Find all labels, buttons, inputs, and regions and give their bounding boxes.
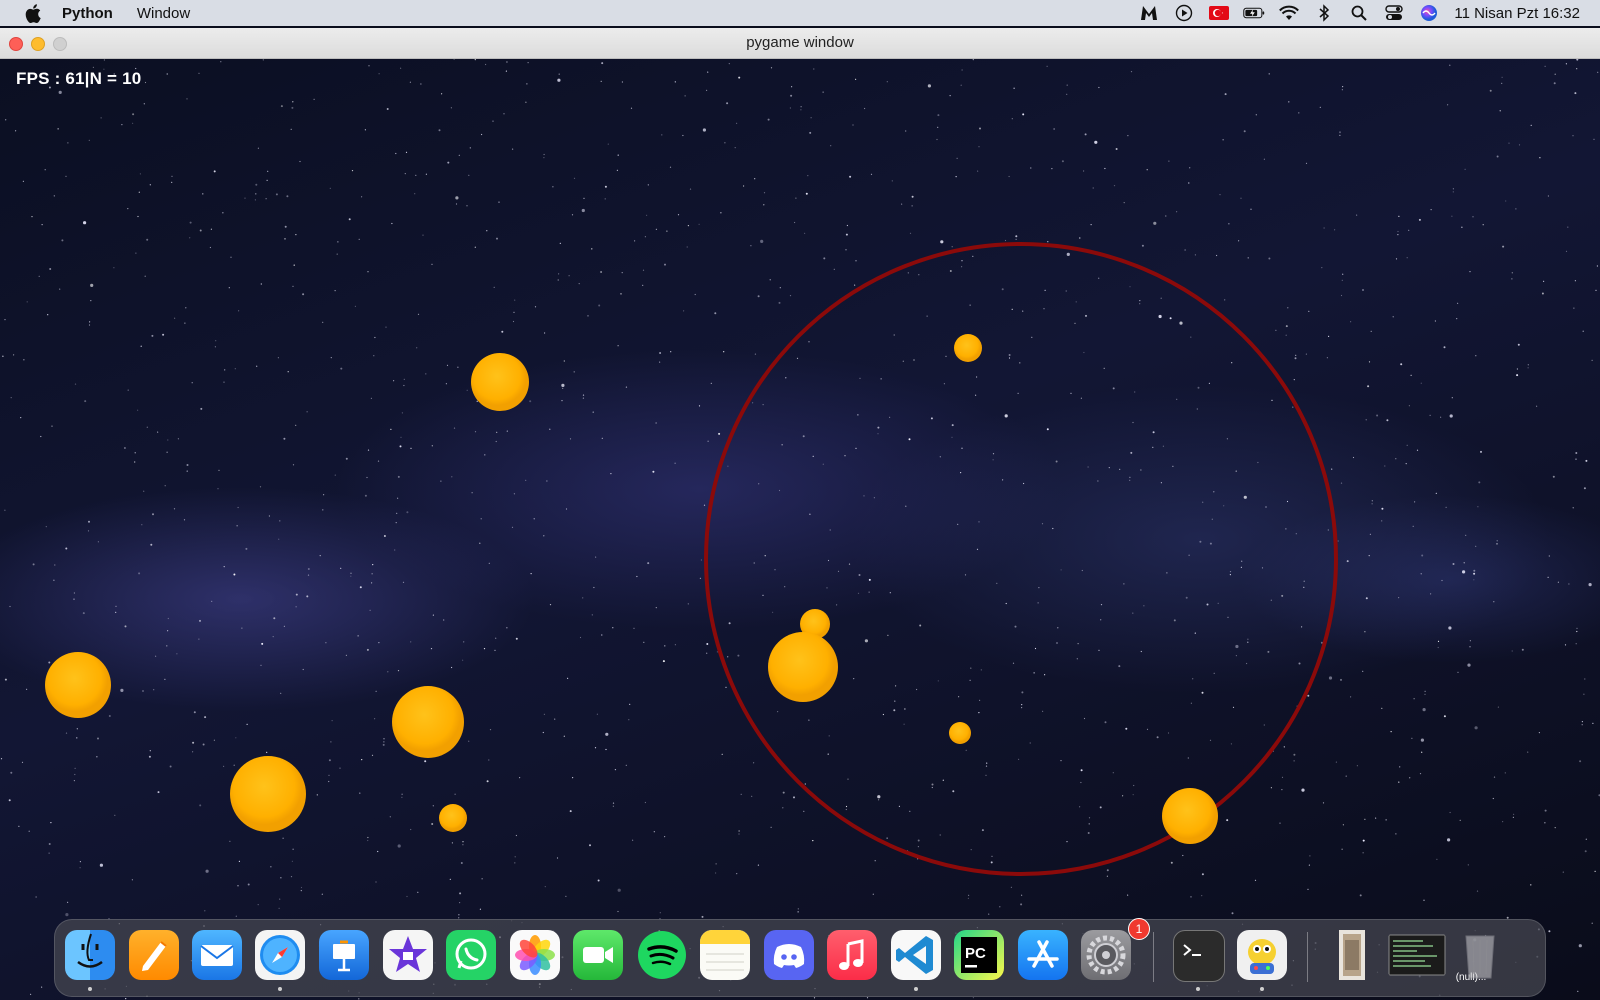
dock-separator — [1153, 932, 1154, 982]
app-store-badge: 1 — [1128, 918, 1150, 940]
play-icon[interactable] — [1173, 2, 1195, 24]
pages-icon[interactable] — [129, 930, 179, 980]
safari-icon[interactable] — [255, 930, 305, 980]
ball — [954, 334, 982, 362]
discord-icon[interactable] — [764, 930, 814, 980]
ball — [439, 804, 467, 832]
game-canvas[interactable]: FPS : 61|N = 10 — [0, 59, 1600, 1000]
menu-bar-clock[interactable]: 11 Nisan Pzt 16:32 — [1454, 5, 1580, 22]
terminal-icon[interactable] — [1173, 930, 1225, 982]
keynote-icon[interactable] — [319, 930, 369, 980]
imovie-icon[interactable] — [383, 930, 433, 980]
vscode-icon[interactable] — [891, 930, 941, 980]
photos-icon[interactable] — [510, 930, 560, 980]
spotify-icon[interactable] — [637, 930, 687, 980]
search-icon[interactable] — [1348, 2, 1370, 24]
battery-icon[interactable] — [1243, 2, 1265, 24]
boundary-ring — [704, 242, 1338, 876]
dock: PC 1 (null)... — [54, 918, 1546, 997]
pygame-window: pygame window FPS : 61|N = 10 — [0, 28, 1600, 1000]
window-titlebar[interactable]: pygame window — [0, 28, 1600, 59]
game-scene — [45, 242, 1338, 876]
running-indicator — [1196, 987, 1200, 991]
python-launcher-icon[interactable] — [1237, 930, 1287, 980]
bluetooth-icon[interactable] — [1313, 2, 1335, 24]
ball — [45, 652, 111, 718]
trash-icon[interactable] — [1455, 930, 1505, 980]
ball — [1162, 788, 1218, 844]
fps-counter: FPS : 61|N = 10 — [16, 69, 142, 88]
music-icon[interactable] — [827, 930, 877, 980]
svg-text:PC: PC — [965, 945, 986, 962]
running-indicator — [88, 987, 92, 991]
recent-item-thumbnail[interactable] — [1327, 930, 1377, 980]
turkish-flag-icon[interactable] — [1208, 2, 1230, 24]
ball — [471, 353, 529, 411]
control-center-icon[interactable] — [1383, 2, 1405, 24]
ball — [949, 722, 971, 744]
ball — [768, 632, 838, 702]
app-store-icon[interactable] — [1018, 930, 1068, 980]
system-preferences-icon[interactable] — [1081, 930, 1131, 980]
window-title: pygame window — [746, 34, 854, 51]
pycharm-icon[interactable]: PC — [954, 930, 1004, 980]
apple-menu-icon[interactable] — [22, 2, 44, 24]
finder-icon[interactable] — [65, 930, 115, 980]
running-indicator — [278, 987, 282, 991]
app-menu-python[interactable]: Python — [62, 5, 113, 22]
menu-bar: Python Window 11 Nisan Pzt 16:32 — [0, 0, 1600, 26]
facetime-icon[interactable] — [573, 930, 623, 980]
running-indicator — [1260, 987, 1264, 991]
malwarebytes-icon[interactable] — [1138, 2, 1160, 24]
notes-icon[interactable] — [700, 930, 750, 980]
wifi-icon[interactable] — [1278, 2, 1300, 24]
ball — [230, 756, 306, 832]
whatsapp-icon[interactable] — [446, 930, 496, 980]
siri-icon[interactable] — [1418, 2, 1440, 24]
menu-bar-tray: 11 Nisan Pzt 16:32 — [1125, 0, 1580, 26]
mail-icon[interactable] — [192, 930, 242, 980]
menu-window[interactable]: Window — [137, 5, 190, 22]
ball — [392, 686, 464, 758]
running-indicator — [914, 987, 918, 991]
dock-separator — [1307, 932, 1308, 982]
